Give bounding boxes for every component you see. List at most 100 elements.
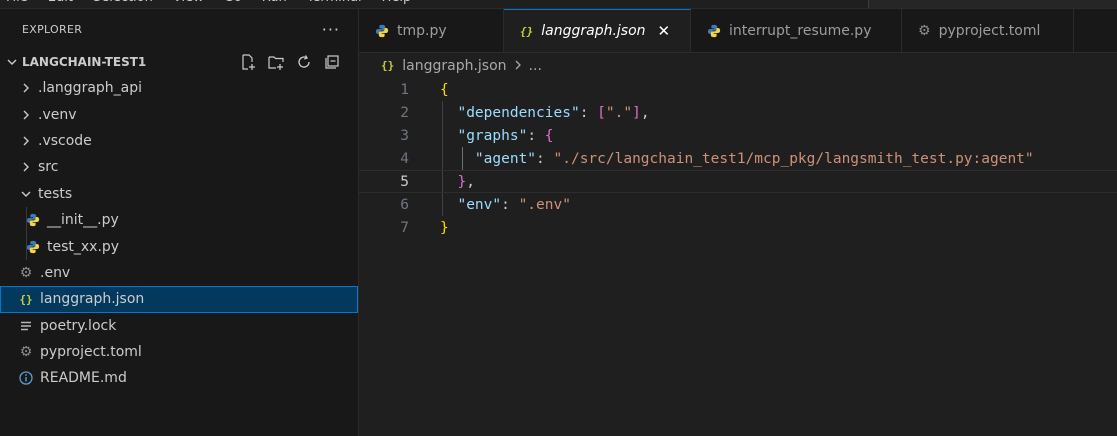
menu-selection[interactable]: Selection [83, 0, 163, 8]
code-text: "agent": "./src/langchain_test1/mcp_pkg/… [440, 151, 1034, 167]
code-text: "dependencies": ["."], [440, 104, 649, 121]
chevron-down-icon[interactable] [18, 188, 34, 200]
code-token: "." [605, 104, 633, 121]
tree-item-label: .vscode [38, 132, 92, 149]
json-file-icon: {} [381, 59, 395, 72]
code-line[interactable]: 1{ [359, 78, 1117, 101]
tab-langgraph-json[interactable]: {} langgraph.json ✕ [504, 9, 691, 52]
new-folder-icon[interactable] [266, 52, 286, 72]
breadcrumb-file[interactable]: langgraph.json [402, 58, 506, 74]
code-text: "env": ".env" [440, 197, 571, 213]
tree-file-readme-md[interactable]: README.md [0, 365, 358, 391]
chevron-right-icon[interactable] [18, 109, 34, 121]
code-token: } [457, 173, 467, 190]
code-token: } [440, 219, 449, 236]
workspace-name: LANGCHAIN-TEST1 [22, 55, 147, 69]
code-line[interactable]: 7} [359, 216, 1117, 239]
menu-edit[interactable]: Edit [38, 0, 83, 8]
menu-view[interactable]: View [163, 0, 214, 8]
code-token: "env" [440, 196, 502, 213]
python-file-icon [375, 24, 389, 37]
workspace-section-header[interactable]: LANGCHAIN-TEST1 [0, 49, 358, 75]
chevron-right-icon[interactable] [18, 82, 34, 94]
code-editor[interactable]: 1{2 "dependencies": ["."], 3 "graphs": {4… [359, 78, 1117, 239]
tree-folder-vscode[interactable]: .vscode [0, 128, 358, 154]
python-file-icon [26, 214, 40, 227]
explorer-title: EXPLORER [22, 22, 83, 36]
code-token: { [544, 127, 554, 144]
code-token: "graphs" [440, 127, 528, 144]
code-line[interactable]: 4 "agent": "./src/langchain_test1/mcp_pk… [359, 147, 1117, 170]
editor-area: tmp.py {} langgraph.json ✕ interrupt_resume.… [359, 9, 1117, 436]
tree-item-label: .venv [38, 106, 77, 123]
info-icon [19, 371, 33, 386]
tree-item-label: langgraph.json [40, 291, 145, 308]
code-token: ".env" [518, 196, 571, 213]
line-number: 2 [400, 104, 409, 121]
tree-folder-venv[interactable]: .venv [0, 101, 358, 127]
text-file-icon [21, 321, 31, 330]
forward-arrow-icon[interactable]: → [815, 0, 826, 8]
tab-label: tmp.py [397, 22, 447, 39]
tab-label: interrupt_resume.py [729, 22, 872, 39]
collapse-all-icon[interactable] [322, 52, 342, 72]
tree-file-poetry-lock[interactable]: poetry.lock [0, 313, 358, 339]
code-token: : [536, 150, 554, 167]
tab-tmp-py[interactable]: tmp.py [359, 9, 504, 52]
line-number: 1 [400, 81, 409, 98]
title-bar: FileEditSelectionViewGoRunTerminalHelp ←… [0, 0, 1117, 9]
chevron-down-icon[interactable] [4, 56, 20, 68]
tree-file-test-xx-py[interactable]: test_xx.py [0, 233, 358, 260]
more-actions-icon[interactable]: ··· [322, 20, 340, 39]
line-number: 6 [400, 196, 409, 213]
code-token: , [466, 173, 475, 190]
tree-file-env[interactable]: ⚙ .env [0, 260, 358, 286]
code-token: ] [632, 104, 641, 121]
tree-item-label: .env [40, 264, 71, 281]
menu-help[interactable]: Help [372, 0, 422, 8]
code-token: "agent" [440, 150, 537, 167]
tree-folder-tests[interactable]: tests [0, 181, 358, 207]
close-icon[interactable]: ✕ [658, 22, 671, 40]
breadcrumb: {} langgraph.json ... [359, 53, 1117, 78]
tree-file-init-py[interactable]: __init__.py [0, 206, 358, 234]
menu-file[interactable]: File [0, 0, 38, 8]
code-line[interactable]: 6 "env": ".env" [359, 193, 1117, 216]
tree-item-label: __init__.py [47, 212, 119, 229]
menu-go[interactable]: Go [214, 0, 252, 8]
tree-folder-langgraph-api[interactable]: .langgraph_api [0, 75, 358, 101]
tree-file-pyproject-toml[interactable]: ⚙ pyproject.toml [0, 339, 358, 365]
explorer-sidebar: EXPLORER ··· LANGCHAIN-TEST1 .langgraph_… [0, 9, 359, 436]
gear-icon: ⚙ [918, 22, 931, 39]
navigation-arrows[interactable]: ← → [786, 0, 826, 8]
explorer-toolbar [238, 49, 342, 75]
json-file-icon: {} [19, 292, 33, 306]
json-file-icon: {} [520, 24, 534, 38]
breadcrumb-symbol[interactable]: ... [529, 58, 542, 74]
menu-terminal[interactable]: Terminal [297, 0, 372, 8]
tree-item-label: README.md [40, 370, 127, 387]
command-center-search[interactable] [868, 0, 1117, 8]
tree-item-label: poetry.lock [40, 317, 117, 334]
refresh-icon[interactable] [294, 52, 314, 72]
code-text: }, [440, 173, 475, 190]
explorer-header: EXPLORER ··· [0, 9, 358, 49]
menu-bar: FileEditSelectionViewGoRunTerminalHelp [0, 0, 421, 8]
back-arrow-icon[interactable]: ← [786, 0, 797, 8]
tree-item-label: test_xx.py [47, 238, 120, 255]
new-file-icon[interactable] [238, 52, 258, 72]
code-line[interactable]: 2 "dependencies": ["."], [359, 101, 1117, 124]
code-line[interactable]: 5 }, [359, 170, 1117, 193]
menu-run[interactable]: Run [252, 0, 297, 8]
code-text: } [440, 220, 449, 236]
file-tree: .langgraph_api .venv .vscode src tests __init… [0, 75, 358, 392]
code-line[interactable]: 3 "graphs": { [359, 124, 1117, 147]
chevron-right-icon[interactable] [18, 135, 34, 147]
tree-folder-src[interactable]: src [0, 154, 358, 180]
tree-file-langgraph-json[interactable]: {} langgraph.json [0, 286, 358, 313]
chevron-right-icon[interactable] [18, 161, 34, 173]
tab-pyproject-toml[interactable]: ⚙ pyproject.toml [902, 9, 1074, 52]
gear-icon: ⚙ [19, 264, 33, 281]
tab-interrupt-resume-py[interactable]: interrupt_resume.py [691, 9, 902, 52]
